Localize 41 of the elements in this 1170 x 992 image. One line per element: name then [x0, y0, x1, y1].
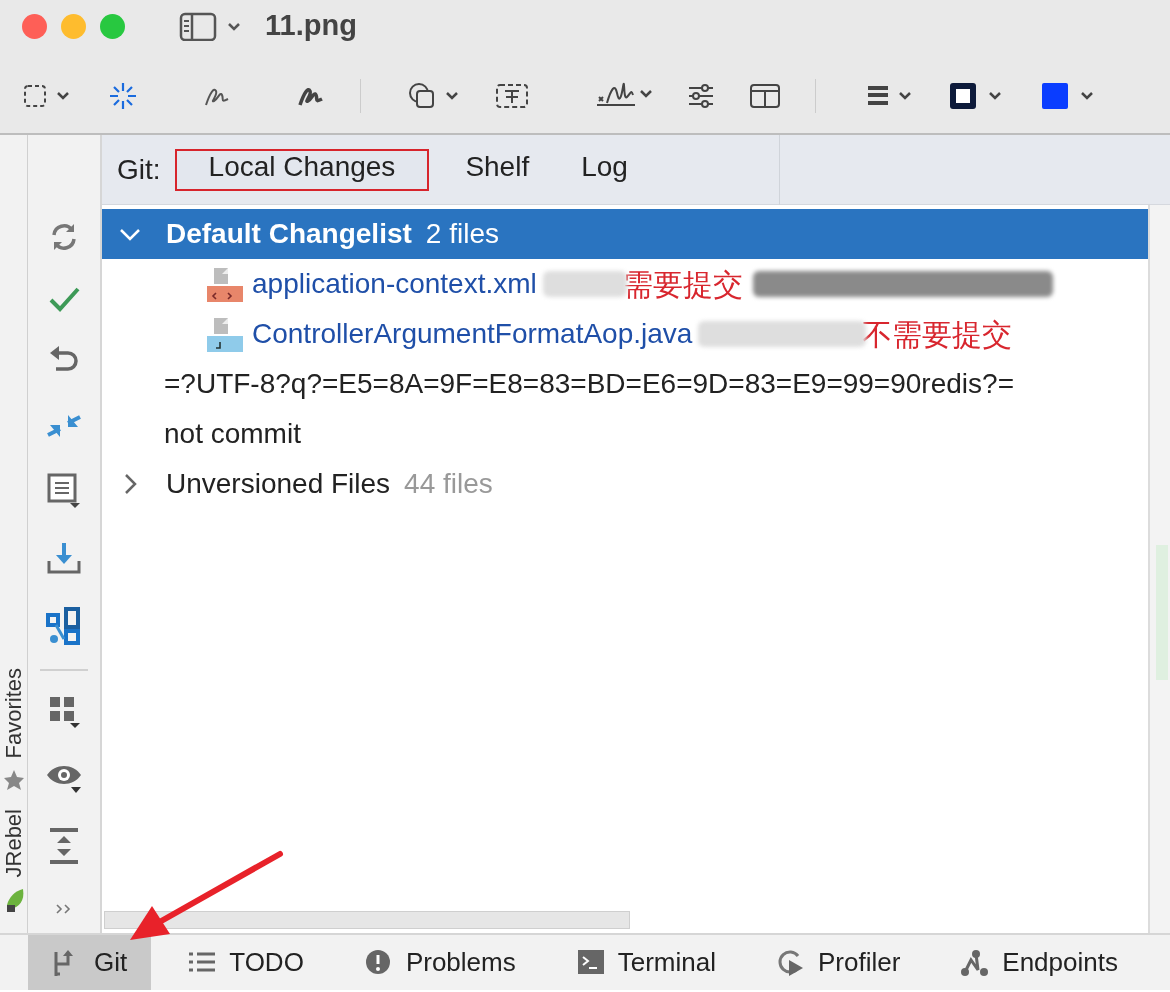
- changelist-name[interactable]: =?UTF-8?q?=E5=8A=9F=E8=83=BD=E6=9D=83=E9=99=90redis?=: [102, 359, 1148, 409]
- file-count: 2 files: [425, 217, 499, 251]
- commit-check-icon[interactable]: [48, 285, 80, 313]
- side-tab[interactable]: JRebel: [2, 808, 25, 877]
- expand-collapse-icon[interactable]: [47, 827, 81, 865]
- tab[interactable]: Shelf: [449, 148, 546, 191]
- vertical-scrollbar[interactable]: [1148, 205, 1170, 933]
- endpoints-icon: [960, 947, 991, 978]
- file-name[interactable]: application-context.xml: [252, 263, 537, 305]
- changelist-name: Unversioned Files: [166, 467, 391, 501]
- changelist-name[interactable]: not commit: [102, 409, 1148, 459]
- window-title: 11.png: [265, 8, 357, 44]
- text-box-icon[interactable]: [495, 81, 529, 110]
- tree-row[interactable]: Default Changelist 2 files: [102, 209, 1148, 259]
- more-icon[interactable]: [55, 903, 73, 915]
- tool-window-tab[interactable]: Profiler: [751, 935, 925, 990]
- star-icon[interactable]: [2, 768, 25, 791]
- sparkle-icon[interactable]: [108, 80, 138, 111]
- side-tab[interactable]: Favorites: [2, 668, 25, 759]
- tree-row[interactable]: Unversioned Files 44 files: [102, 459, 1148, 509]
- file-count: 44 files: [404, 467, 493, 501]
- git-label: Git:: [117, 152, 161, 187]
- tool-window-tab[interactable]: TODO: [163, 935, 328, 990]
- tool-window-tab[interactable]: Terminal: [551, 935, 740, 990]
- annotation-text: 需要提交: [622, 265, 743, 304]
- tab[interactable]: Local Changes: [174, 148, 430, 191]
- horizontal-scrollbar[interactable]: [104, 911, 630, 929]
- annotation-text: 不需要提交: [862, 315, 1013, 354]
- tool-window-tab[interactable]: Problems: [339, 935, 540, 990]
- changelist-name: Default Changelist: [166, 217, 412, 251]
- download-icon[interactable]: [46, 541, 82, 575]
- document-icon[interactable]: [46, 473, 82, 509]
- layout-icon[interactable]: [749, 82, 781, 109]
- tab[interactable]: Log: [565, 148, 644, 191]
- file-name[interactable]: ControllerArgumentFormatAop.java: [252, 313, 693, 355]
- tool-window-tab[interactable]: Endpoints: [936, 935, 1122, 990]
- tool-window-tab[interactable]: Git: [28, 935, 152, 990]
- shapes-icon[interactable]: [407, 80, 461, 111]
- sidebar-toggle-icon[interactable]: [179, 11, 241, 41]
- adjust-icon[interactable]: [687, 82, 715, 109]
- diagram-icon[interactable]: [46, 607, 82, 647]
